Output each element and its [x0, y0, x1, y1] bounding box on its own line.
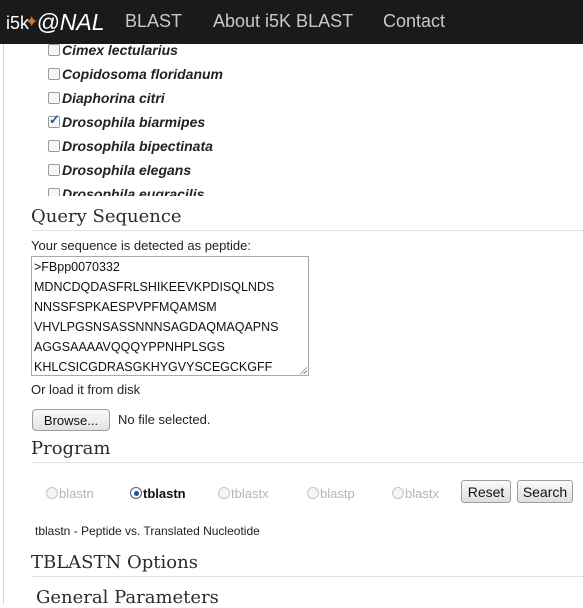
- query-section-title: Query Sequence: [31, 206, 182, 227]
- organism-item[interactable]: Copidosoma floridanum: [48, 65, 223, 83]
- program-label: blastx: [405, 485, 439, 501]
- program-label: blastp: [320, 485, 355, 501]
- load-from-disk-text: Or load it from disk: [31, 382, 141, 397]
- program-description: tblastn - Peptide vs. Translated Nucleot…: [35, 524, 260, 538]
- left-border: [3, 44, 4, 604]
- organism-label: Drosophila biarmipes: [62, 114, 206, 130]
- radio-tblastx[interactable]: [218, 487, 230, 499]
- organism-label: Cimex lectularius: [62, 44, 178, 58]
- sequence-line: VHVLPGSNSASSNNNSAGDAQMAQAPNS: [34, 320, 279, 334]
- organism-label: Drosophila bipectinata: [62, 138, 213, 154]
- program-option-blastx[interactable]: blastx: [392, 485, 439, 501]
- program-label: tblastn: [143, 485, 186, 501]
- organism-item[interactable]: Drosophila eugracilis: [48, 185, 204, 196]
- program-label: tblastx: [231, 485, 269, 501]
- organism-label: Copidosoma floridanum: [62, 66, 223, 82]
- organism-item[interactable]: Drosophila biarmipes: [48, 112, 206, 131]
- organism-item[interactable]: Diaphorina citri: [48, 89, 165, 107]
- sequence-line: KHLCSICGDRASGKHYGVYSCEGCKGFF: [34, 360, 273, 374]
- organism-label: Diaphorina citri: [62, 90, 165, 106]
- organism-label: Drosophila eugracilis: [62, 186, 205, 196]
- program-label: blastn: [59, 485, 94, 501]
- section-divider: [31, 576, 583, 577]
- radio-blastn[interactable]: [46, 487, 58, 499]
- program-option-blastp[interactable]: blastp: [307, 485, 355, 501]
- sequence-line: AGGSAAAAVQQQYPPNHPLSGS: [34, 340, 225, 354]
- organism-label: Drosophila elegans: [62, 162, 192, 178]
- reset-button[interactable]: Reset: [461, 480, 511, 503]
- section-divider: [31, 462, 583, 463]
- browse-button[interactable]: Browse...: [32, 409, 110, 431]
- options-section-title: TBLASTN Options: [31, 552, 198, 573]
- program-option-tblastn[interactable]: tblastn: [130, 485, 186, 501]
- sequence-line: >FBpp0070332: [34, 260, 120, 274]
- general-parameters-title: General Parameters: [36, 587, 219, 608]
- search-button[interactable]: Search: [517, 480, 573, 503]
- sequence-line: NNSSFSPKAESPVPFMQAMSM: [34, 300, 217, 314]
- organism-checkbox[interactable]: [48, 188, 60, 196]
- no-file-selected-text: No file selected.: [118, 412, 211, 427]
- detected-type-text: Your sequence is detected as peptide:: [31, 238, 251, 253]
- organism-checkbox[interactable]: [48, 68, 60, 80]
- radio-blastx[interactable]: [392, 487, 404, 499]
- nav-link-contact[interactable]: Contact: [383, 11, 445, 32]
- sequence-textarea[interactable]: >FBpp0070332 MDNCDQDASFRLSHIKEEVKPDISQLN…: [31, 256, 309, 376]
- radio-blastp[interactable]: [307, 487, 319, 499]
- nav-link-about[interactable]: About i5K BLAST: [213, 11, 353, 32]
- organism-item[interactable]: Drosophila bipectinata: [48, 137, 213, 155]
- resize-handle-icon[interactable]: [299, 366, 307, 374]
- radio-tblastn[interactable]: [130, 487, 142, 499]
- program-section-title: Program: [31, 438, 111, 459]
- top-navbar: i5k ✦ @NAL BLAST About i5K BLAST Contact: [0, 0, 583, 44]
- brand-logo[interactable]: i5k ✦ @NAL: [6, 5, 105, 39]
- organism-checkbox[interactable]: [48, 92, 60, 104]
- organism-item[interactable]: Drosophila elegans: [48, 161, 191, 179]
- program-option-tblastx[interactable]: tblastx: [218, 485, 269, 501]
- nav-link-blast[interactable]: BLAST: [125, 11, 182, 32]
- sequence-line: MDNCDQDASFRLSHIKEEVKPDISQLNDS: [34, 280, 275, 294]
- organism-list[interactable]: Cimex lectularius Copidosoma floridanum …: [38, 44, 238, 196]
- organism-checkbox[interactable]: [48, 140, 60, 152]
- section-divider: [31, 230, 583, 231]
- organism-checkbox[interactable]: [48, 164, 60, 176]
- brand-nal-text: @NAL: [36, 8, 105, 35]
- organism-item[interactable]: Cimex lectularius: [48, 44, 178, 59]
- program-option-blastn[interactable]: blastn: [46, 485, 94, 501]
- organism-checkbox-checked[interactable]: [48, 112, 60, 128]
- organism-checkbox[interactable]: [48, 44, 60, 56]
